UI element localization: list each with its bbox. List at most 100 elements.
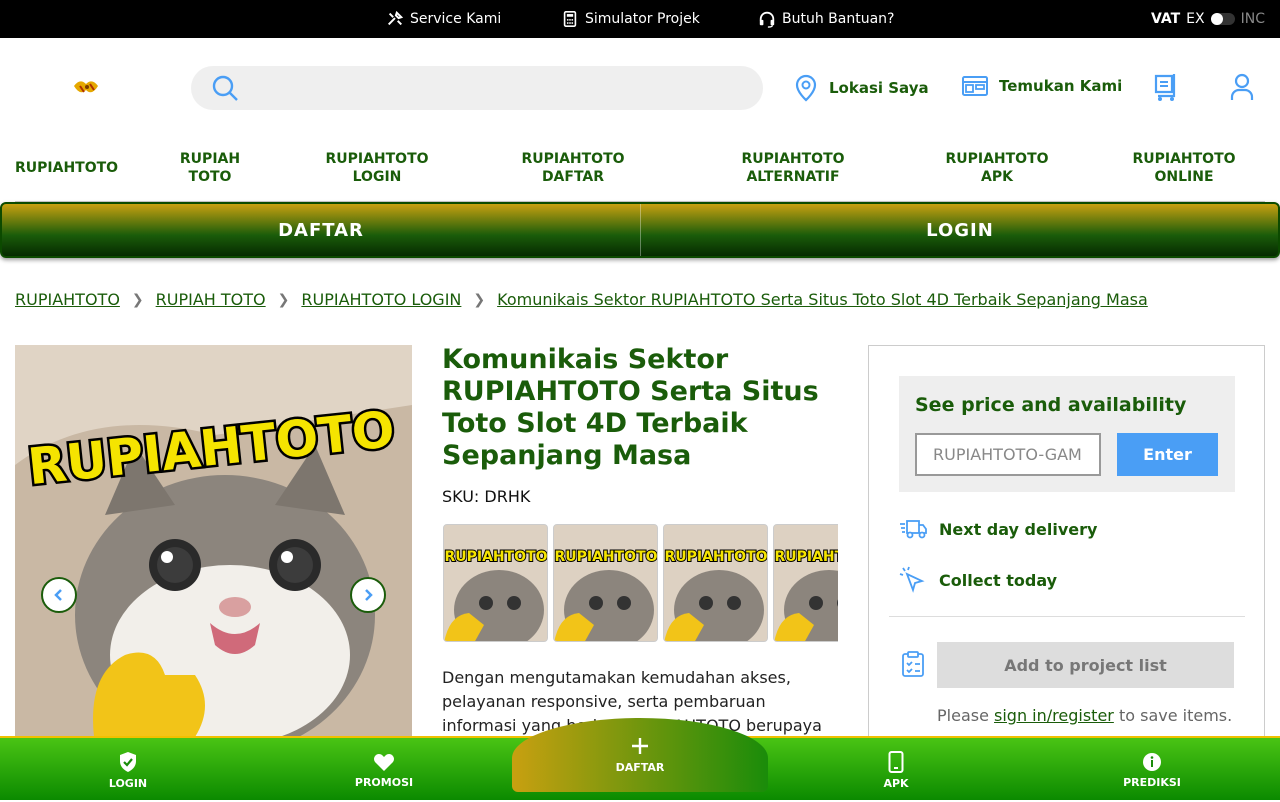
help-link[interactable]: Butuh Bantuan?	[758, 0, 894, 38]
thumbnail[interactable]: RUPIAHTOTO	[553, 524, 658, 642]
store-icon	[962, 76, 988, 96]
service-link[interactable]: Service Kami	[386, 0, 501, 38]
service-label: Service Kami	[410, 11, 502, 27]
signin-prompt: Please sign in/register to save items.	[937, 706, 1232, 725]
add-to-project-button[interactable]: Add to project list	[937, 642, 1234, 688]
availability-panel: See price and availability Enter Next da…	[868, 345, 1265, 745]
login-button[interactable]: LOGIN	[641, 204, 1279, 256]
cursor-click-icon	[899, 566, 925, 593]
thumbnail-image: RUPIAHTOTO	[444, 525, 547, 641]
find-us-link[interactable]: Temukan Kami	[961, 74, 1122, 98]
breadcrumb-link[interactable]: RUPIAH TOTO	[156, 290, 266, 309]
nav-item-login[interactable]: RUPIAHTOTO LOGIN	[322, 150, 432, 186]
auth-bar: DAFTAR LOGIN	[0, 202, 1280, 258]
thumbnail[interactable]: RUPIAHTOTO	[443, 524, 548, 642]
bottom-login-button[interactable]: LOGIN	[0, 738, 256, 802]
delivery-truck-icon	[900, 520, 927, 539]
product-title: Komunikais Sektor RUPIAHTOTO Serta Situs…	[442, 344, 819, 471]
thumbnail[interactable]: RUPIAHTOTO	[663, 524, 768, 642]
plus-icon	[632, 737, 648, 754]
smartphone-icon	[888, 750, 904, 773]
collect-today: Collect today	[899, 566, 1057, 594]
bottom-daftar-button[interactable]: DAFTAR	[512, 718, 768, 792]
search-icon[interactable]	[211, 74, 239, 102]
nav-item-online[interactable]: RUPIAHTOTO ONLINE	[1129, 150, 1239, 186]
bottom-daftar-label: DAFTAR	[615, 760, 665, 774]
map-pin-icon	[795, 74, 817, 102]
category-nav: RUPIAHTOTO RUPIAH TOTO RUPIAHTOTO LOGIN …	[15, 140, 1265, 202]
product-main-image: RUPIAHTOTO	[15, 345, 412, 737]
bottom-predict-label: PREDIKSI	[1123, 775, 1181, 789]
vat-ex-label: EX	[1186, 11, 1205, 27]
calculator-icon	[563, 10, 577, 28]
nav-item-apk[interactable]: RUPIAHTOTO APK	[942, 150, 1052, 186]
svg-text:RUPIAHTOTO: RUPIAHTOTO	[774, 549, 838, 565]
location-link[interactable]: Lokasi Saya	[793, 74, 929, 102]
bottom-promo-button[interactable]: PROMOSI	[256, 738, 512, 802]
please-text: Please	[937, 706, 989, 725]
header: Lokasi Saya Temukan Kami	[0, 38, 1280, 138]
thumbnail-image: RUPIAHTOTO	[554, 525, 657, 641]
daftar-button[interactable]: DAFTAR	[2, 204, 640, 256]
vat-label: VAT	[1150, 11, 1181, 27]
thumbnail-image: RUPIAHTOTO	[774, 525, 838, 641]
simulator-link[interactable]: Simulator Projek	[561, 0, 700, 38]
find-us-label: Temukan Kami	[999, 77, 1123, 95]
thumbnail[interactable]: RUPIAHTOTO	[773, 524, 838, 642]
breadcrumb-link[interactable]: RUPIAHTOTO	[15, 290, 120, 309]
vat-toggle[interactable]	[1210, 13, 1235, 25]
info-icon	[1143, 752, 1161, 771]
clipboard-icon	[902, 651, 924, 677]
next-day-delivery: Next day delivery	[899, 518, 1097, 540]
breadcrumb: RUPIAHTOTO ❯ RUPIAH TOTO ❯ RUPIAHTOTO LO…	[15, 290, 1148, 309]
simulator-label: Simulator Projek	[585, 11, 700, 27]
availability-box: See price and availability Enter	[899, 376, 1235, 492]
bottom-predict-button[interactable]: PREDIKSI	[1024, 738, 1280, 802]
breadcrumb-link[interactable]: RUPIAHTOTO LOGIN	[301, 290, 461, 309]
collect-label: Collect today	[939, 570, 1058, 590]
availability-title: See price and availability	[915, 394, 1187, 416]
help-label: Butuh Bantuan?	[782, 11, 895, 27]
site-logo[interactable]	[70, 76, 104, 100]
bottom-promo-label: PROMOSI	[354, 775, 414, 789]
top-bar: Service Kami Simulator Projek Butuh Bant…	[0, 0, 1280, 38]
postcode-input[interactable]	[915, 433, 1101, 476]
nav-item-rupiah-toto[interactable]: RUPIAH TOTO	[175, 150, 245, 186]
bottom-apk-label: APK	[883, 776, 909, 790]
svg-text:RUPIAHTOTO: RUPIAHTOTO	[444, 549, 547, 565]
enter-button[interactable]: Enter	[1117, 433, 1218, 476]
vat-toggle-group: VAT EX INC	[1151, 0, 1265, 38]
chevron-left-icon	[54, 589, 62, 601]
product-sku: SKU: DRHK	[442, 487, 531, 506]
tools-icon	[387, 10, 404, 26]
heart-icon	[374, 753, 394, 771]
bottom-apk-button[interactable]: APK	[768, 738, 1024, 802]
shield-check-icon	[120, 751, 136, 772]
panel-divider	[889, 616, 1245, 617]
svg-text:RUPIAHTOTO: RUPIAHTOTO	[664, 549, 767, 565]
chevron-right-icon: ❯	[131, 291, 144, 308]
chevron-right-icon	[365, 589, 373, 601]
search-input[interactable]	[249, 79, 729, 97]
next-day-label: Next day delivery	[939, 519, 1098, 539]
user-icon[interactable]	[1229, 72, 1255, 102]
bottom-login-label: LOGIN	[108, 776, 148, 790]
location-label: Lokasi Saya	[829, 79, 929, 97]
search-bar[interactable]	[191, 66, 763, 110]
nav-item-daftar[interactable]: RUPIAHTOTO DAFTAR	[518, 150, 628, 186]
nav-item-alternatif[interactable]: RUPIAHTOTO ALTERNATIF	[733, 150, 853, 186]
svg-text:RUPIAHTOTO: RUPIAHTOTO	[554, 549, 657, 565]
cart-icon[interactable]	[1152, 72, 1180, 102]
next-image-button[interactable]	[350, 577, 386, 613]
signin-link[interactable]: sign in/register	[994, 706, 1114, 725]
chevron-right-icon: ❯	[277, 291, 290, 308]
thumbnail-image: RUPIAHTOTO	[664, 525, 767, 641]
save-items-text: to save items.	[1118, 706, 1233, 725]
vat-inc-label: INC	[1240, 11, 1265, 27]
headset-icon	[759, 11, 775, 28]
thumbnail-strip: RUPIAHTOTO RUPIAHTOTO RUPIAHTOTO RUPIAHT…	[442, 524, 838, 642]
nav-item-rupiahtoto[interactable]: RUPIAHTOTO	[15, 159, 118, 177]
breadcrumb-current[interactable]: Komunikais Sektor RUPIAHTOTO Serta Situs…	[497, 290, 1148, 309]
prev-image-button[interactable]	[41, 577, 77, 613]
chevron-right-icon: ❯	[473, 291, 486, 308]
